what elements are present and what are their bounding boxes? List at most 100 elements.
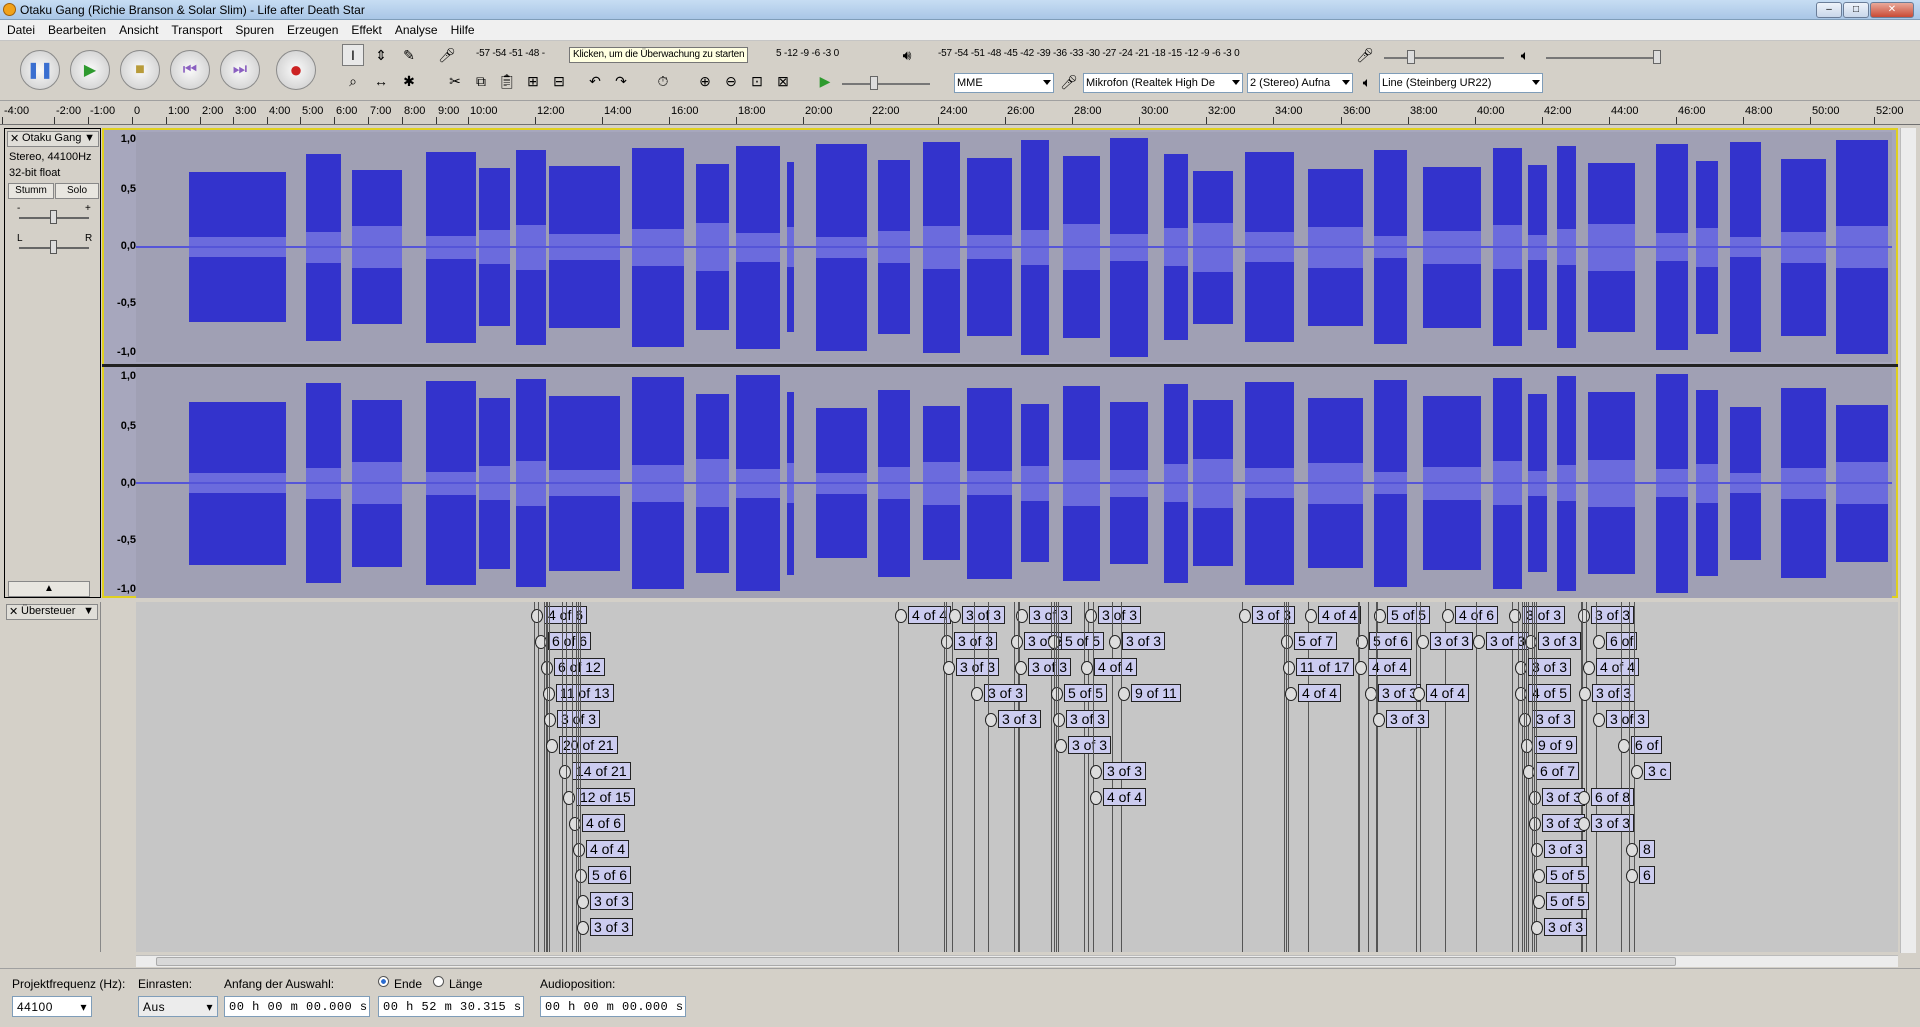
menu-analyse[interactable]: Analyse <box>388 20 444 37</box>
label-boundary-line[interactable] <box>1084 602 1085 952</box>
label-item[interactable]: 6 of 6 <box>534 632 592 650</box>
label-item[interactable]: 3 of 3 <box>940 632 998 650</box>
redo-icon[interactable]: ↷ <box>610 70 632 92</box>
waveform-left-channel[interactable] <box>136 132 1892 362</box>
input-volume-slider[interactable] <box>1384 57 1504 59</box>
label-boundary-line[interactable] <box>1420 602 1421 952</box>
snap-select[interactable]: Aus ▾ <box>138 996 218 1017</box>
label-item[interactable]: 3 of 3 <box>1014 658 1072 676</box>
label-boundary-line[interactable] <box>988 602 989 952</box>
input-device-select[interactable]: Mikrofon (Realtek High De <box>1083 73 1243 93</box>
label-item[interactable]: 3 of 3 <box>984 710 1042 728</box>
input-volume-thumb[interactable] <box>1407 50 1415 64</box>
selection-tool-icon[interactable]: I <box>342 44 364 66</box>
label-item[interactable]: 3 of 3 <box>1084 606 1142 624</box>
label-item[interactable]: 8 <box>1626 840 1655 858</box>
close-track-icon[interactable]: ✕ <box>10 132 19 145</box>
audio-position-field[interactable]: 00 h 00 m 00.000 s <box>540 996 686 1017</box>
play-at-speed-icon[interactable]: ▶ <box>814 70 836 92</box>
selection-end-field[interactable]: 00 h 52 m 30.315 s <box>378 996 524 1017</box>
label-boundary-line[interactable] <box>898 602 899 952</box>
label-boundary-line[interactable] <box>1051 602 1052 952</box>
zoom-in-icon[interactable]: ⊕ <box>694 70 716 92</box>
label-item[interactable]: 4 of 4 <box>1354 658 1412 676</box>
label-item[interactable]: 5 of 5 <box>1047 632 1105 650</box>
solo-button[interactable]: Solo <box>55 183 99 199</box>
label-item[interactable]: 3 of 3 <box>576 892 634 910</box>
menu-effekt[interactable]: Effekt <box>344 20 387 37</box>
output-volume-slider[interactable] <box>1546 57 1661 59</box>
output-device-select[interactable]: Line (Steinberg UR22) <box>1379 73 1543 93</box>
play-speed-slider[interactable] <box>842 83 930 85</box>
label-boundary-line[interactable] <box>1376 602 1377 952</box>
label-boundary-line[interactable] <box>1242 602 1243 952</box>
label-boundary-line[interactable] <box>1054 602 1055 952</box>
label-boundary-line[interactable] <box>1522 602 1523 952</box>
label-boundary-line[interactable] <box>1058 602 1059 952</box>
label-item[interactable]: 9 of 11 <box>1118 684 1181 702</box>
label-item[interactable]: 6 <box>1626 866 1655 884</box>
timeshift-tool-icon[interactable]: ↔ <box>370 70 392 92</box>
mute-button[interactable]: Stumm <box>8 183 54 199</box>
label-boundary-line[interactable] <box>952 602 953 952</box>
label-item[interactable]: 4 of 4 <box>1304 606 1362 624</box>
audio-host-select[interactable]: MME <box>954 73 1054 93</box>
record-button[interactable]: ● <box>276 50 316 90</box>
multi-tool-icon[interactable]: ✱ <box>398 70 420 92</box>
stop-button[interactable]: ■ <box>120 50 160 90</box>
label-boundary-line[interactable] <box>1358 602 1359 952</box>
label-item[interactable]: 3 of 3 <box>576 918 634 936</box>
label-boundary-line[interactable] <box>1476 602 1477 952</box>
end-radio[interactable] <box>378 976 389 987</box>
record-meter-scale[interactable]: -57 -54 -51 -48 - <box>476 48 545 62</box>
menu-ansicht[interactable]: Ansicht <box>112 20 164 37</box>
label-boundary-line[interactable] <box>1288 602 1289 952</box>
silence-icon[interactable]: ⊟ <box>548 70 570 92</box>
output-volume-thumb[interactable] <box>1653 50 1661 64</box>
label-item[interactable]: 3 of 3 <box>1108 632 1166 650</box>
cut-icon[interactable]: ✂ <box>444 70 466 92</box>
draw-tool-icon[interactable]: ✎ <box>398 44 420 66</box>
length-radio[interactable] <box>433 976 444 987</box>
vertical-scrollbar[interactable] <box>1900 128 1916 953</box>
label-item[interactable]: 4 of 4 <box>572 840 630 858</box>
skip-to-end-button[interactable]: ⏭ <box>220 50 260 90</box>
horizontal-scrollbar-thumb[interactable] <box>156 957 1676 966</box>
maximize-button[interactable]: □ <box>1843 2 1869 18</box>
label-boundary-line[interactable] <box>1629 602 1630 952</box>
label-item[interactable]: 3 of 3 <box>1518 710 1576 728</box>
label-item[interactable]: 3 of 3 <box>970 684 1028 702</box>
menu-erzeugen[interactable]: Erzeugen <box>280 20 344 37</box>
timeline-ruler[interactable]: -4:00 -2:00 -1:00 0 1:00 2:00 3:00 4:00 5:00 6:00… <box>0 101 1920 125</box>
label-item[interactable]: 4 of 4 <box>1089 788 1147 806</box>
label-boundary-line[interactable] <box>1416 602 1417 952</box>
label-boundary-line[interactable] <box>572 602 573 952</box>
menu-bearbeiten[interactable]: Bearbeiten <box>41 20 112 37</box>
label-boundary-line[interactable] <box>1377 602 1378 952</box>
label-boundary-line[interactable] <box>944 602 945 952</box>
label-item[interactable]: 5 of 5 <box>1532 866 1590 884</box>
input-channels-select[interactable]: 2 (Stereo) Aufna <box>1247 73 1353 93</box>
paste-icon[interactable]: 📋︎ <box>496 70 518 92</box>
label-item[interactable]: 5 of 7 <box>1280 632 1338 650</box>
label-boundary-line[interactable] <box>1088 602 1089 952</box>
label-item[interactable]: 5 of 5 <box>1050 684 1108 702</box>
label-item[interactable]: 5 of 6 <box>574 866 632 884</box>
envelope-tool-icon[interactable]: ⇕ <box>370 44 392 66</box>
label-item[interactable]: 3 of 3 <box>1089 762 1147 780</box>
menu-hilfe[interactable]: Hilfe <box>444 20 481 37</box>
selection-start-field[interactable]: 00 h 00 m 00.000 s <box>224 996 370 1017</box>
label-boundary-line[interactable] <box>1368 602 1369 952</box>
label-item[interactable]: 3 of 3 <box>1416 632 1474 650</box>
label-item[interactable]: 3 of 3 <box>948 606 1006 624</box>
label-item[interactable]: 9 of 9 <box>1520 736 1578 754</box>
zoom-out-icon[interactable]: ⊖ <box>720 70 742 92</box>
audio-track-name-button[interactable]: ✕ Otaku Gang ▼ <box>7 131 99 147</box>
label-item[interactable]: 12 of 15 <box>563 788 635 806</box>
pan-slider-thumb[interactable] <box>50 240 57 254</box>
label-boundary-line[interactable] <box>538 602 539 952</box>
label-boundary-line[interactable] <box>1445 602 1446 952</box>
label-boundary-line[interactable] <box>547 602 548 952</box>
play-button[interactable]: ▶ <box>70 50 110 90</box>
label-item[interactable]: 11 of 17 <box>1283 658 1354 676</box>
